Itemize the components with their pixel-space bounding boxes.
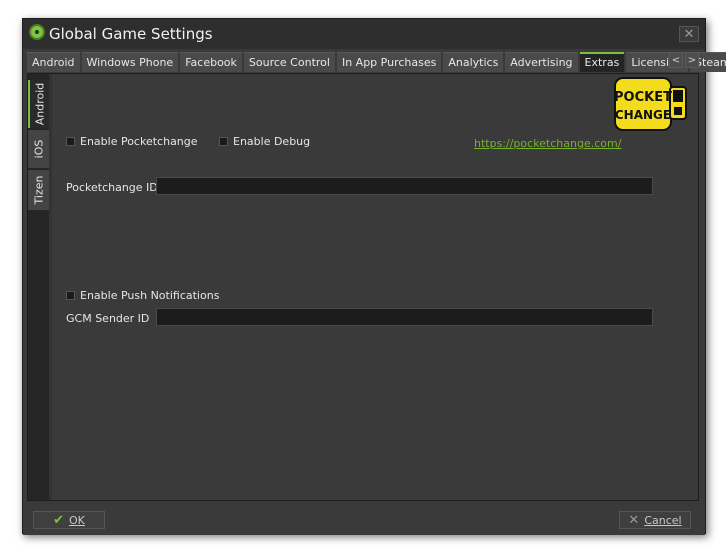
- cancel-button-label: Cancel: [644, 513, 682, 527]
- close-button[interactable]: ✕: [679, 26, 699, 42]
- platform-tab-tizen[interactable]: Tizen: [28, 170, 49, 210]
- platform-tab-label: Android: [33, 82, 46, 126]
- extras-panel: Enable Pocketchange Enable Debug https:/…: [52, 74, 698, 500]
- ok-button-label: OK: [69, 513, 85, 527]
- tab-extras[interactable]: Extras: [579, 52, 625, 72]
- tab-facebook[interactable]: Facebook: [180, 52, 242, 72]
- enable-push-checkbox[interactable]: [66, 291, 75, 300]
- platform-tab-ios[interactable]: iOS: [28, 130, 49, 168]
- dialog-footer: ✔ OK ✕ Cancel: [23, 503, 705, 535]
- pocketchange-logo: POCKET CHANGE: [614, 77, 687, 131]
- svg-text:POCKET: POCKET: [614, 90, 672, 105]
- platform-tabs: Android iOS Tizen: [28, 74, 49, 500]
- enable-pocketchange-option[interactable]: Enable Pocketchange: [66, 135, 198, 148]
- tab-analytics[interactable]: Analytics: [443, 52, 504, 72]
- gamemaker-icon: [29, 24, 45, 40]
- tab-scroll-left-button[interactable]: <: [669, 52, 683, 68]
- enable-push-label: Enable Push Notifications: [80, 289, 220, 302]
- enable-debug-label: Enable Debug: [233, 135, 311, 148]
- tab-scroll-buttons: < >: [667, 52, 699, 68]
- cross-icon: ✕: [628, 512, 640, 528]
- pocketchange-link[interactable]: https://pocketchange.com/: [474, 137, 621, 150]
- enable-pocketchange-label: Enable Pocketchange: [80, 135, 198, 148]
- platform-tab-label: iOS: [32, 139, 45, 159]
- settings-tabs: Android Windows Phone Facebook Source Co…: [27, 52, 726, 72]
- enable-pocketchange-checkbox[interactable]: [66, 137, 75, 146]
- platform-tab-android[interactable]: Android: [28, 80, 49, 128]
- close-icon: ✕: [683, 27, 695, 42]
- enable-debug-option[interactable]: Enable Debug: [219, 135, 310, 148]
- cancel-button[interactable]: ✕ Cancel: [619, 511, 691, 529]
- platform-tab-label: Tizen: [32, 175, 45, 205]
- tab-advertising[interactable]: Advertising: [505, 52, 578, 72]
- tab-source-control[interactable]: Source Control: [243, 52, 335, 72]
- tab-in-app-purchases[interactable]: In App Purchases: [336, 52, 442, 72]
- window-title: Global Game Settings: [49, 25, 213, 43]
- gcm-sender-id-label: GCM Sender ID: [66, 312, 150, 325]
- title-bar: Global Game Settings ✕: [23, 19, 705, 49]
- svg-text:CHANGE: CHANGE: [615, 108, 671, 122]
- gcm-sender-id-input[interactable]: [156, 308, 653, 326]
- tab-android[interactable]: Android: [27, 52, 80, 72]
- settings-window: Global Game Settings ✕ Android Windows P…: [22, 18, 726, 535]
- enable-push-option[interactable]: Enable Push Notifications: [66, 289, 219, 302]
- pocketchange-id-input[interactable]: [156, 177, 653, 195]
- tab-windows-phone[interactable]: Windows Phone: [81, 52, 179, 72]
- tab-scroll-right-button[interactable]: >: [685, 52, 699, 68]
- check-icon: ✔: [53, 512, 65, 528]
- ok-button[interactable]: ✔ OK: [33, 511, 105, 529]
- tab-content: Android iOS Tizen Enable Pocketchange En…: [27, 73, 699, 501]
- pocketchange-id-label: Pocketchange ID: [66, 181, 158, 194]
- enable-debug-checkbox[interactable]: [219, 137, 228, 146]
